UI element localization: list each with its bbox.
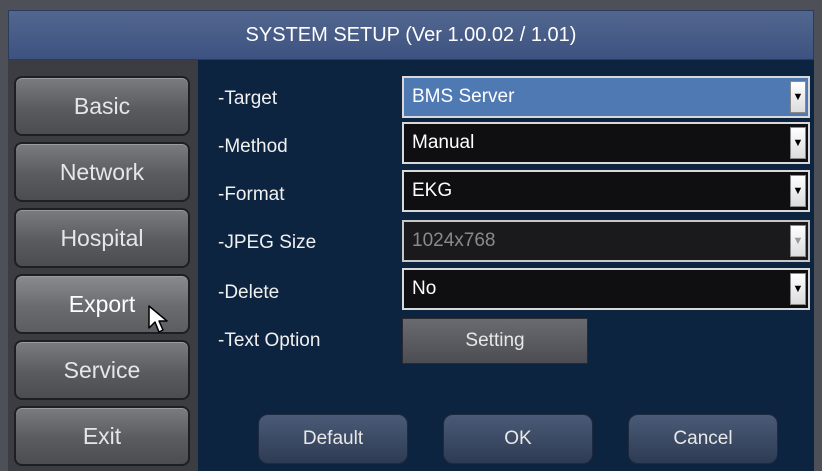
- sidebar-item-network[interactable]: Network: [14, 142, 190, 202]
- sidebar-item-label: Service: [63, 356, 141, 383]
- format-select[interactable]: EKG ▼: [402, 170, 810, 212]
- delete-value: No: [412, 278, 437, 299]
- format-value: EKG: [412, 180, 453, 201]
- jpeg-size-select: 1024x768 ▼: [402, 220, 810, 262]
- method-value: Manual: [412, 132, 475, 153]
- cancel-button[interactable]: Cancel: [628, 414, 778, 464]
- default-button[interactable]: Default: [258, 414, 408, 464]
- chevron-down-icon: ▼: [790, 225, 806, 257]
- system-setup-window: SYSTEM SETUP (Ver 1.00.02 / 1.01) Basic …: [0, 0, 822, 471]
- method-label: -Method: [218, 136, 288, 157]
- chevron-down-icon[interactable]: ▼: [790, 127, 806, 159]
- sidebar-item-hospital[interactable]: Hospital: [14, 208, 190, 268]
- method-select[interactable]: Manual ▼: [402, 122, 810, 164]
- mouse-pointer-icon: [148, 305, 168, 333]
- sidebar-item-label: Basic: [73, 92, 131, 119]
- target-value: BMS Server: [412, 86, 515, 107]
- chevron-down-icon[interactable]: ▼: [790, 273, 806, 305]
- text-option-setting-button[interactable]: Setting: [402, 318, 588, 364]
- text-option-label: -Text Option: [218, 330, 321, 351]
- chevron-down-icon[interactable]: ▼: [790, 175, 806, 207]
- delete-select[interactable]: No ▼: [402, 268, 810, 310]
- delete-label: -Delete: [218, 282, 280, 303]
- format-label: -Format: [218, 184, 285, 205]
- window-title: SYSTEM SETUP (Ver 1.00.02 / 1.01): [8, 10, 814, 60]
- sidebar-item-service[interactable]: Service: [14, 340, 190, 400]
- jpeg-size-label: -JPEG Size: [218, 232, 317, 253]
- sidebar-item-label: Export: [68, 290, 136, 317]
- sidebar-item-exit[interactable]: Exit: [14, 406, 190, 466]
- sidebar-item-basic[interactable]: Basic: [14, 76, 190, 136]
- target-select[interactable]: BMS Server ▼: [402, 76, 810, 118]
- sidebar-item-label: Network: [59, 158, 145, 185]
- chevron-down-icon[interactable]: ▼: [790, 81, 806, 113]
- target-label: -Target: [218, 88, 278, 109]
- sidebar-item-label: Exit: [82, 422, 122, 449]
- ok-button[interactable]: OK: [443, 414, 593, 464]
- jpeg-size-value: 1024x768: [412, 230, 496, 251]
- sidebar-item-label: Hospital: [60, 224, 144, 251]
